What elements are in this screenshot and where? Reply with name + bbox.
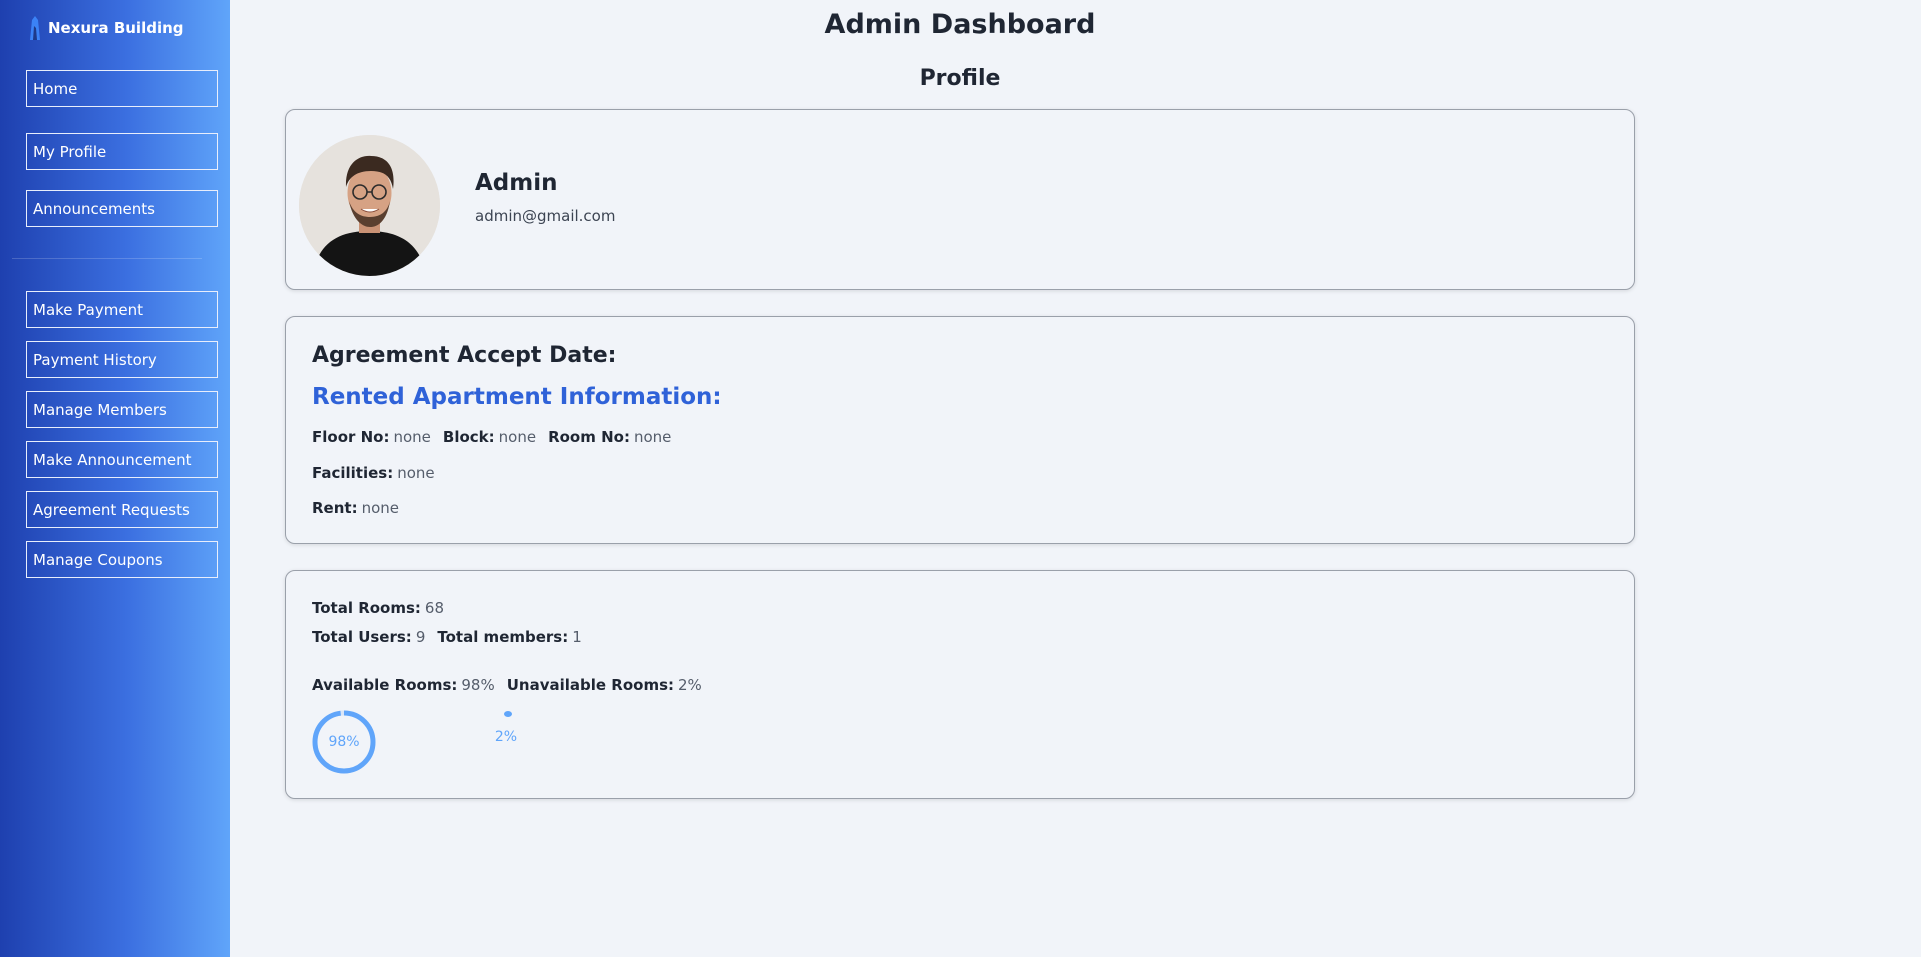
room-no: Room No: none [548, 428, 672, 446]
users-row: Total Users: 9 Total members: 1 [312, 628, 594, 646]
floor-no: Floor No: none [312, 428, 431, 446]
nav-manage-members[interactable]: Manage Members [26, 391, 218, 428]
profile-name: Admin [475, 170, 558, 196]
agreement-accept-date-heading: Agreement Accept Date: [312, 343, 617, 368]
facilities: Facilities: none [312, 464, 435, 482]
nav-announcements[interactable]: Announcements [26, 190, 218, 227]
profile-card: Admin admin@gmail.com [285, 109, 1635, 290]
brand[interactable]: Nexura Building [26, 16, 184, 40]
nav-payment-history[interactable]: Payment History [26, 341, 218, 378]
sidebar-divider [12, 258, 202, 259]
unavailable-rooms-indicator-label: 2% [494, 729, 518, 745]
stats-card: Total Rooms: 68 Total Users: 9 Total membe… [285, 570, 1635, 799]
nav-home[interactable]: Home [26, 70, 218, 107]
building-logo-icon [26, 16, 42, 40]
facilities-row: Facilities: none [312, 464, 447, 482]
apartment-location-row: Floor No: none Block: none Room No: none [312, 428, 683, 446]
profile-email: admin@gmail.com [475, 207, 616, 225]
available-rooms: Available Rooms: 98% [312, 676, 495, 694]
nav-my-profile[interactable]: My Profile [26, 133, 218, 170]
available-rooms-progress-ring: 98% [312, 710, 376, 774]
rent: Rent: none [312, 499, 399, 517]
nav-manage-coupons[interactable]: Manage Coupons [26, 541, 218, 578]
agreement-card: Agreement Accept Date: Rented Apartment … [285, 316, 1635, 544]
unavailable-rooms-progress-indicator: 2% [492, 707, 556, 771]
available-rooms-ring-label: 98% [328, 734, 360, 750]
nav-agreement-requests[interactable]: Agreement Requests [26, 491, 218, 528]
sidebar: Nexura Building Home My Profile Announce… [0, 0, 230, 957]
nav-make-announcement[interactable]: Make Announcement [26, 441, 218, 478]
total-members: Total members: 1 [437, 628, 582, 646]
page-title: Admin Dashboard [824, 9, 1096, 40]
nav-make-payment[interactable]: Make Payment [26, 291, 218, 328]
brand-name: Nexura Building [48, 19, 184, 37]
rooms-availability-row: Available Rooms: 98% Unavailable Rooms: 2% [312, 676, 714, 694]
section-title: Profile [919, 66, 1001, 91]
rented-apartment-heading: Rented Apartment Information: [312, 384, 722, 410]
total-rooms: Total Rooms: 68 [312, 599, 445, 617]
total-users: Total Users: 9 [312, 628, 426, 646]
unavailable-rooms: Unavailable Rooms: 2% [506, 676, 702, 694]
avatar [299, 135, 440, 276]
rent-row: Rent: none [312, 499, 411, 517]
total-rooms-row: Total Rooms: 68 [312, 599, 456, 617]
block: Block: none [442, 428, 537, 446]
